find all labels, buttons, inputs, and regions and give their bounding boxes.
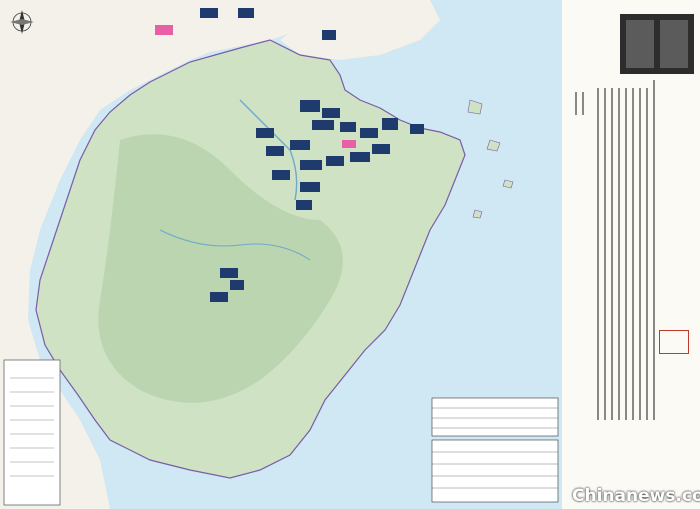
site-marker: [322, 30, 336, 40]
stats-table-bottom: [431, 439, 559, 503]
site-marker: [296, 200, 312, 210]
site-marker: [155, 25, 173, 35]
site-marker: [220, 268, 238, 278]
site-marker: [350, 152, 370, 162]
rubbing-figure: [660, 20, 688, 68]
site-marker: [256, 128, 274, 138]
text-panel-art: [575, 14, 694, 420]
site-marker: [300, 160, 322, 170]
site-marker: [230, 280, 244, 290]
site-marker: [372, 144, 390, 154]
legend-panel: [3, 359, 61, 506]
site-marker: [312, 120, 334, 130]
map-sheet: Chinanews.com: [0, 0, 700, 509]
site-marker: [266, 146, 284, 156]
site-marker: [382, 118, 398, 130]
site-marker: [200, 8, 218, 18]
site-marker: [342, 140, 356, 148]
site-marker: [360, 128, 378, 138]
site-marker: [326, 156, 344, 166]
seal-stamp: [659, 330, 689, 354]
site-marker: [210, 292, 228, 302]
site-marker: [322, 108, 340, 118]
watermark-en: Chinanews.com: [572, 486, 700, 506]
site-marker: [300, 182, 320, 192]
stats-table-top: [431, 397, 559, 437]
statistics-tables: [431, 397, 559, 503]
preface-columns: [575, 80, 655, 420]
site-marker: [290, 140, 310, 150]
site-marker: [238, 8, 254, 18]
site-marker: [272, 170, 290, 180]
site-marker: [410, 124, 424, 134]
site-marker: [340, 122, 356, 132]
text-panel: [562, 0, 700, 509]
zhejiang-map: [0, 0, 562, 509]
site-marker: [300, 100, 320, 112]
rubbing-figure: [626, 20, 654, 68]
legend-box: [3, 359, 61, 506]
